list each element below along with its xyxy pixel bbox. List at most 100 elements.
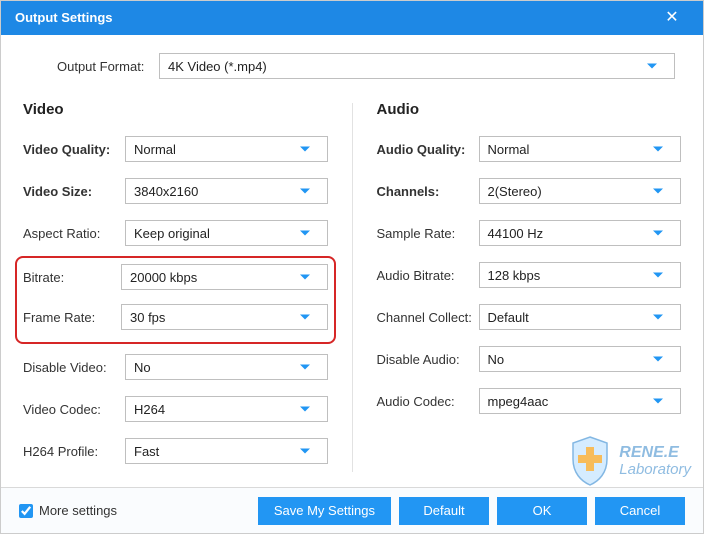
sample-rate-value: 44100 Hz: [480, 226, 552, 241]
audio-bitrate-row: Audio Bitrate: 128 kbps: [377, 260, 682, 290]
disable-audio-label: Disable Audio:: [377, 352, 479, 367]
video-size-label: Video Size:: [23, 184, 125, 199]
more-settings-check-input[interactable]: [19, 504, 33, 518]
video-quality-value: Normal: [126, 142, 184, 157]
cancel-button[interactable]: Cancel: [595, 497, 685, 525]
more-settings-label: More settings: [39, 503, 117, 518]
video-codec-row: Video Codec: H264: [23, 394, 328, 424]
video-size-row: Video Size: 3840x2160: [23, 176, 328, 206]
disable-audio-row: Disable Audio: No: [377, 344, 682, 374]
chevron-down-icon: [644, 272, 672, 279]
channel-collect-label: Channel Collect:: [377, 310, 479, 325]
output-format-row: Output Format: 4K Video (*.mp4): [23, 53, 681, 79]
footer: More settings Save My Settings Default O…: [1, 487, 703, 533]
chevron-down-icon: [644, 188, 672, 195]
sample-rate-label: Sample Rate:: [377, 226, 479, 241]
audio-codec-select[interactable]: mpeg4aac: [479, 388, 682, 414]
video-codec-value: H264: [126, 402, 173, 417]
chevron-down-icon: [291, 188, 319, 195]
aspect-ratio-value: Keep original: [126, 226, 218, 241]
aspect-ratio-label: Aspect Ratio:: [23, 226, 125, 241]
h264-profile-select[interactable]: Fast: [125, 438, 328, 464]
chevron-down-icon: [291, 448, 319, 455]
column-divider: [352, 103, 353, 472]
disable-video-row: Disable Video: No: [23, 352, 328, 382]
video-bitrate-label: Bitrate:: [23, 270, 121, 285]
channels-row: Channels: 2(Stereo): [377, 176, 682, 206]
close-icon[interactable]: ✕: [655, 1, 689, 35]
aspect-ratio-row: Aspect Ratio: Keep original: [23, 218, 328, 248]
chevron-down-icon: [644, 314, 672, 321]
titlebar: Output Settings ✕: [1, 1, 703, 35]
video-bitrate-select[interactable]: 20000 kbps: [121, 264, 328, 290]
chevron-down-icon: [638, 63, 666, 70]
disable-video-label: Disable Video:: [23, 360, 125, 375]
video-quality-select[interactable]: Normal: [125, 136, 328, 162]
channel-collect-value: Default: [480, 310, 537, 325]
sample-rate-row: Sample Rate: 44100 Hz: [377, 218, 682, 248]
chevron-down-icon: [291, 274, 319, 281]
video-quality-row: Video Quality: Normal: [23, 134, 328, 164]
video-size-value: 3840x2160: [126, 184, 206, 199]
video-codec-select[interactable]: H264: [125, 396, 328, 422]
chevron-down-icon: [291, 314, 319, 321]
content-area: Output Format: 4K Video (*.mp4) Video Vi…: [1, 35, 703, 478]
audio-bitrate-value: 128 kbps: [480, 268, 549, 283]
default-button[interactable]: Default: [399, 497, 489, 525]
audio-quality-label: Audio Quality:: [377, 142, 479, 157]
disable-video-select[interactable]: No: [125, 354, 328, 380]
watermark-text: RENE.E Laboratory: [619, 445, 691, 478]
chevron-down-icon: [291, 364, 319, 371]
h264-profile-label: H264 Profile:: [23, 444, 125, 459]
audio-quality-row: Audio Quality: Normal: [377, 134, 682, 164]
audio-codec-row: Audio Codec: mpeg4aac: [377, 386, 682, 416]
channel-collect-row: Channel Collect: Default: [377, 302, 682, 332]
video-bitrate-value: 20000 kbps: [122, 270, 205, 285]
sample-rate-select[interactable]: 44100 Hz: [479, 220, 682, 246]
chevron-down-icon: [644, 230, 672, 237]
video-size-select[interactable]: 3840x2160: [125, 178, 328, 204]
frame-rate-row: Frame Rate: 30 fps: [23, 302, 328, 332]
h264-profile-value: Fast: [126, 444, 167, 459]
channels-value: 2(Stereo): [480, 184, 550, 199]
aspect-ratio-select[interactable]: Keep original: [125, 220, 328, 246]
audio-codec-label: Audio Codec:: [377, 394, 479, 409]
watermark: RENE.E Laboratory: [569, 435, 691, 487]
output-format-label: Output Format:: [57, 59, 159, 74]
output-format-value: 4K Video (*.mp4): [160, 59, 275, 74]
chevron-down-icon: [644, 398, 672, 405]
video-quality-label: Video Quality:: [23, 142, 125, 157]
audio-bitrate-select[interactable]: 128 kbps: [479, 262, 682, 288]
title-text: Output Settings: [15, 1, 113, 35]
channels-label: Channels:: [377, 184, 479, 199]
shield-icon: [569, 435, 611, 487]
disable-video-value: No: [126, 360, 159, 375]
video-bitrate-row: Bitrate: 20000 kbps: [23, 262, 328, 292]
output-format-select[interactable]: 4K Video (*.mp4): [159, 53, 675, 79]
video-codec-label: Video Codec:: [23, 402, 125, 417]
disable-audio-value: No: [480, 352, 513, 367]
save-my-settings-button[interactable]: Save My Settings: [258, 497, 391, 525]
frame-rate-label: Frame Rate:: [23, 310, 121, 325]
audio-column: Audio Audio Quality: Normal Channels: 2(…: [377, 97, 682, 478]
audio-quality-value: Normal: [480, 142, 538, 157]
channel-collect-select[interactable]: Default: [479, 304, 682, 330]
more-settings-checkbox[interactable]: More settings: [19, 503, 250, 518]
video-column: Video Video Quality: Normal Video Size: …: [23, 97, 328, 478]
audio-heading: Audio: [377, 101, 682, 118]
highlight-box: Bitrate: 20000 kbps Frame Rate: 30 fps: [15, 256, 336, 344]
audio-quality-select[interactable]: Normal: [479, 136, 682, 162]
chevron-down-icon: [291, 146, 319, 153]
chevron-down-icon: [291, 406, 319, 413]
chevron-down-icon: [291, 230, 319, 237]
disable-audio-select[interactable]: No: [479, 346, 682, 372]
ok-button[interactable]: OK: [497, 497, 587, 525]
channels-select[interactable]: 2(Stereo): [479, 178, 682, 204]
frame-rate-select[interactable]: 30 fps: [121, 304, 328, 330]
audio-bitrate-label: Audio Bitrate:: [377, 268, 479, 283]
h264-profile-row: H264 Profile: Fast: [23, 436, 328, 466]
columns: Video Video Quality: Normal Video Size: …: [23, 97, 681, 478]
frame-rate-value: 30 fps: [122, 310, 173, 325]
video-heading: Video: [23, 101, 328, 118]
chevron-down-icon: [644, 146, 672, 153]
